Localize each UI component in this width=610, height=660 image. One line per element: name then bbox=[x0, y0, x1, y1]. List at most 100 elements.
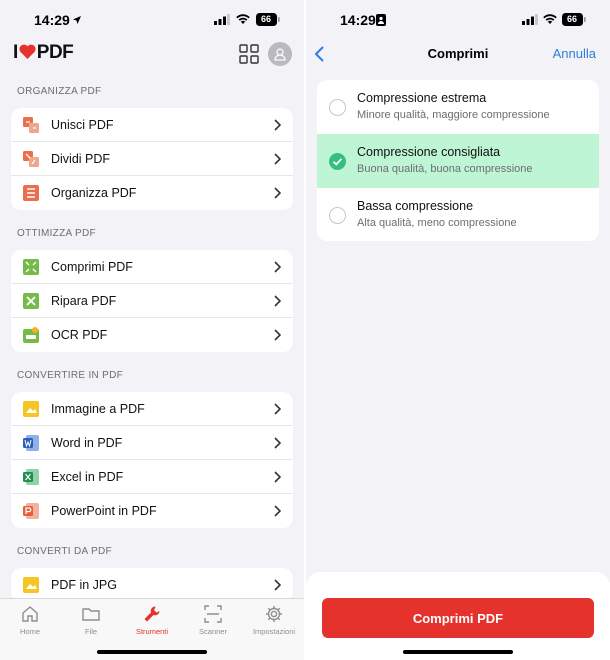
cancel-button[interactable]: Annulla bbox=[553, 46, 596, 61]
repair-icon bbox=[23, 293, 39, 309]
tab-label: Strumenti bbox=[135, 627, 169, 636]
option-title: Compressione consigliata bbox=[357, 145, 501, 159]
tool-compress-pdf[interactable]: Comprimi PDF bbox=[11, 250, 293, 284]
tool-label: Unisci PDF bbox=[51, 118, 114, 132]
option-subtitle: Minore qualità, maggiore compressione bbox=[357, 109, 550, 121]
option-title: Bassa compressione bbox=[357, 199, 474, 213]
chevron-right-icon bbox=[274, 295, 281, 307]
status-bar: 14:29 66 bbox=[306, 0, 610, 40]
tool-powerpoint-to-pdf[interactable]: PowerPoint in PDF bbox=[11, 494, 293, 528]
wifi-icon bbox=[236, 14, 250, 24]
tool-split-pdf[interactable]: Dividi PDF bbox=[11, 142, 293, 176]
organize-icon bbox=[23, 185, 39, 201]
tool-label: Organizza PDF bbox=[51, 186, 137, 200]
tool-label: Ripara PDF bbox=[51, 294, 117, 308]
option-extreme-compression[interactable]: Compressione estrema Minore qualità, mag… bbox=[317, 80, 599, 134]
tool-label: Immagine a PDF bbox=[51, 402, 145, 416]
section-title-organize: ORGANIZZA PDF bbox=[17, 86, 102, 97]
chevron-right-icon bbox=[274, 579, 281, 591]
tab-label: Impostazioni bbox=[252, 627, 296, 636]
wrench-icon bbox=[144, 606, 160, 622]
tool-label: PowerPoint in PDF bbox=[51, 504, 157, 518]
id-card-icon bbox=[376, 14, 386, 26]
home-indicator bbox=[403, 650, 513, 654]
tool-pdf-to-jpg[interactable]: PDF in JPG bbox=[11, 568, 293, 602]
image-to-pdf-icon bbox=[23, 401, 39, 417]
convert-from-card: PDF in JPG bbox=[11, 568, 293, 602]
tool-label: OCR PDF bbox=[51, 328, 108, 342]
chevron-right-icon bbox=[274, 329, 281, 341]
chevron-right-icon bbox=[274, 119, 281, 131]
section-title-optimize: OTTIMIZZA PDF bbox=[17, 228, 96, 239]
tool-merge-pdf[interactable]: Unisci PDF bbox=[11, 108, 293, 142]
organize-card: Unisci PDF Dividi PDF Organizza PDF bbox=[11, 108, 293, 210]
optimize-card: Comprimi PDF Ripara PDF OCR PDF bbox=[11, 250, 293, 352]
merge-icon bbox=[23, 117, 39, 133]
chevron-right-icon bbox=[274, 437, 281, 449]
chevron-right-icon bbox=[274, 153, 281, 165]
scanner-icon bbox=[204, 605, 222, 623]
wifi-icon bbox=[543, 14, 557, 24]
status-time: 14:29 bbox=[34, 12, 70, 28]
ilovepdf-logo: I PDF bbox=[13, 42, 74, 63]
radio-button[interactable] bbox=[329, 99, 346, 116]
radio-button[interactable] bbox=[329, 207, 346, 224]
pdf-to-jpg-icon bbox=[23, 577, 39, 593]
tool-image-to-pdf[interactable]: Immagine a PDF bbox=[11, 392, 293, 426]
excel-to-pdf-icon bbox=[23, 469, 39, 485]
chevron-right-icon bbox=[274, 261, 281, 273]
tab-bar: Home File Strumenti Scanner Impostazioni bbox=[0, 598, 304, 660]
option-recommended-compression[interactable]: Compressione consigliata Buona qualità, … bbox=[317, 134, 599, 188]
tools-screen: 14:29 66 IPDF ORGANIZZA PDF Unisci PDF bbox=[0, 0, 304, 660]
grid-view-icon[interactable] bbox=[239, 44, 259, 64]
heart-icon bbox=[19, 44, 36, 59]
battery-level: 66 bbox=[260, 14, 271, 24]
tab-impostazioni[interactable]: Impostazioni bbox=[244, 605, 304, 636]
compression-options: Compressione estrema Minore qualità, mag… bbox=[317, 80, 599, 241]
tab-scanner[interactable]: Scanner bbox=[183, 605, 243, 636]
section-title-convert-from: CONVERTI DA PDF bbox=[17, 546, 112, 557]
tab-label: Scanner bbox=[199, 627, 227, 636]
tool-label: Comprimi PDF bbox=[51, 260, 133, 274]
tool-ocr-pdf[interactable]: OCR PDF bbox=[11, 318, 293, 352]
tab-file[interactable]: File bbox=[61, 605, 121, 636]
tool-organize-pdf[interactable]: Organizza PDF bbox=[11, 176, 293, 210]
word-to-pdf-icon bbox=[23, 435, 39, 451]
location-arrow-icon bbox=[73, 16, 81, 24]
split-icon bbox=[23, 151, 39, 167]
option-subtitle: Buona qualità, buona compressione bbox=[357, 163, 533, 175]
action-sheet: Comprimi PDF bbox=[306, 572, 610, 660]
user-icon bbox=[274, 48, 286, 61]
signal-icon bbox=[522, 14, 538, 25]
folder-icon bbox=[82, 608, 100, 621]
compress-icon bbox=[23, 259, 39, 275]
chevron-right-icon bbox=[274, 403, 281, 415]
status-bar: 14:29 66 bbox=[0, 0, 304, 40]
status-time: 14:29 bbox=[340, 12, 376, 28]
home-icon bbox=[22, 606, 38, 622]
home-indicator bbox=[97, 650, 207, 654]
option-low-compression[interactable]: Bassa compressione Alta qualità, meno co… bbox=[317, 188, 599, 241]
ocr-icon bbox=[23, 327, 39, 343]
powerpoint-to-pdf-icon bbox=[23, 503, 39, 519]
compress-screen: 14:29 66 Comprimi Annulla Compressione e… bbox=[306, 0, 610, 660]
compress-pdf-button[interactable]: Comprimi PDF bbox=[322, 598, 594, 638]
tool-excel-to-pdf[interactable]: Excel in PDF bbox=[11, 460, 293, 494]
check-circle-icon[interactable] bbox=[329, 153, 346, 170]
tab-home[interactable]: Home bbox=[0, 605, 60, 636]
tab-strumenti[interactable]: Strumenti bbox=[122, 605, 182, 636]
tool-label: PDF in JPG bbox=[51, 578, 117, 592]
tool-label: Dividi PDF bbox=[51, 152, 111, 166]
tab-label: File bbox=[84, 627, 98, 636]
battery-level: 66 bbox=[566, 14, 577, 24]
avatar[interactable] bbox=[268, 42, 292, 66]
tool-label: Word in PDF bbox=[51, 436, 123, 450]
option-subtitle: Alta qualità, meno compressione bbox=[357, 217, 517, 229]
tool-label: Excel in PDF bbox=[51, 470, 124, 484]
signal-icon bbox=[214, 14, 230, 25]
tool-repair-pdf[interactable]: Ripara PDF bbox=[11, 284, 293, 318]
tool-word-to-pdf[interactable]: Word in PDF bbox=[11, 426, 293, 460]
chevron-right-icon bbox=[274, 471, 281, 483]
option-title: Compressione estrema bbox=[357, 91, 487, 105]
convert-to-card: Immagine a PDF Word in PDF Excel in PDF … bbox=[11, 392, 293, 528]
